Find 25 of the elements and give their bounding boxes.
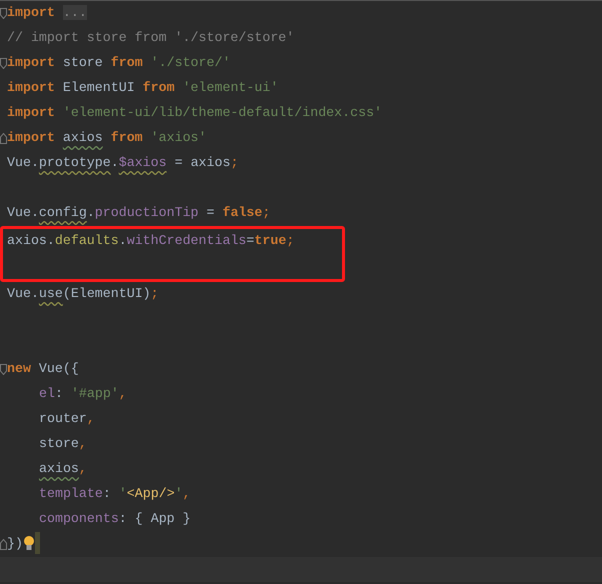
code-line: Vue.prototype.$axios = axios; [7,155,238,170]
lightbulb-icon[interactable] [22,535,35,552]
code-line: router, [39,411,95,426]
code-line: axios, [39,461,87,476]
code-line: }) [7,536,23,551]
fold-marker-icon[interactable] [0,539,7,550]
code-line: components: { App } [39,511,191,526]
fold-marker-icon[interactable] [0,133,7,144]
code-line: import ElementUI from 'element-ui' [7,80,278,95]
code-line: template: '<App/>', [39,486,191,501]
code-line: import ... [7,5,87,20]
code-line: import axios from 'axios' [7,130,207,145]
code-line: axios.defaults.withCredentials=true; [7,233,294,248]
code-line: import store from './store/' [7,55,230,70]
fold-marker-icon[interactable] [0,364,7,375]
code-comment: // import store from './store/store' [7,30,294,45]
code-line: el: '#app', [39,386,127,401]
fold-marker-icon[interactable] [0,8,7,19]
code-line: new Vue({ [7,361,79,376]
code-line: Vue.use(ElementUI); [7,286,159,301]
code-line: import 'element-ui/lib/theme-default/index.css' [7,105,382,120]
code-line: Vue.config.productionTip = false; [7,205,270,220]
text-cursor [34,532,40,554]
code-line: store, [39,436,87,451]
fold-marker-icon[interactable] [0,58,7,69]
